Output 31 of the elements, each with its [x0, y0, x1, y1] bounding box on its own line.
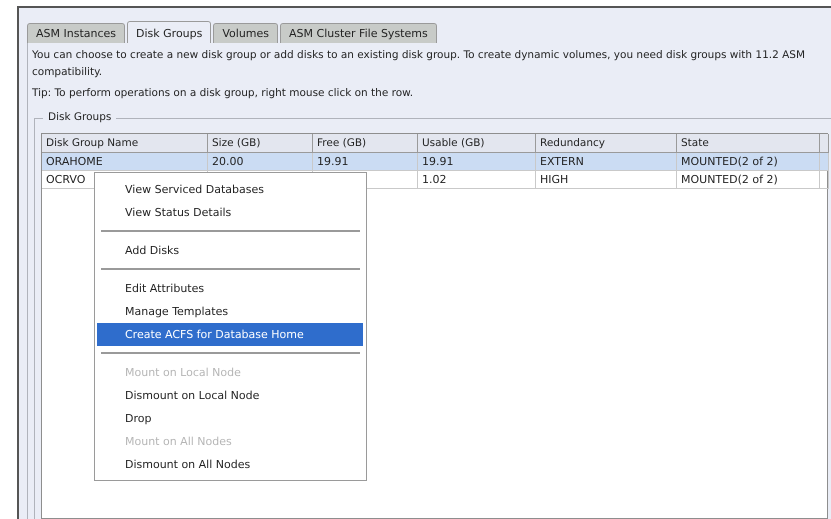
table-cell: 19.91: [313, 153, 418, 171]
column-header[interactable]: Redundancy: [536, 134, 677, 153]
table-cell: MOUNTED(2 of 2): [677, 171, 820, 189]
table-cell: 19.91: [418, 153, 536, 171]
menu-item[interactable]: Add Disks: [97, 239, 363, 262]
column-header[interactable]: Usable (GB): [418, 134, 536, 153]
table-cell: 20.00: [208, 153, 313, 171]
menu-item[interactable]: Dismount on Local Node: [97, 384, 363, 407]
tab[interactable]: ASM Cluster File Systems: [280, 23, 437, 43]
menu-item[interactable]: View Status Details: [97, 201, 363, 224]
table-cell: EXTERN: [536, 153, 677, 171]
menu-item[interactable]: Drop: [97, 407, 363, 430]
tab[interactable]: Volumes: [213, 23, 278, 43]
column-header[interactable]: Disk Group Name: [42, 134, 208, 153]
column-header[interactable]: Size (GB): [208, 134, 313, 153]
tip-text: Tip: To perform operations on a disk group, right mouse click on the row.: [32, 86, 414, 101]
table-cell: MOUNTED(2 of 2): [677, 153, 820, 171]
table-cell: ORAHOME: [42, 153, 208, 171]
table-cell: HIGH: [536, 171, 677, 189]
menu-item[interactable]: Edit Attributes: [97, 277, 363, 300]
menu-item[interactable]: Create ACFS for Database Home: [97, 323, 363, 346]
menu-item[interactable]: Manage Templates: [97, 300, 363, 323]
table-cell: 1.02: [418, 171, 536, 189]
tab[interactable]: ASM Instances: [27, 23, 126, 43]
table-cell: [820, 153, 829, 171]
column-header[interactable]: Free (GB): [313, 134, 418, 153]
tab[interactable]: Disk Groups: [127, 21, 212, 43]
description-text: You can choose to create a new disk group or add disks to an existing disk group. To create dynamic volumes, you need disk groups with 11.2 ASM compatibility.: [32, 48, 806, 80]
menu-item[interactable]: Dismount on All Nodes: [97, 453, 363, 476]
column-header[interactable]: State: [677, 134, 820, 153]
table-cell: [820, 171, 829, 189]
